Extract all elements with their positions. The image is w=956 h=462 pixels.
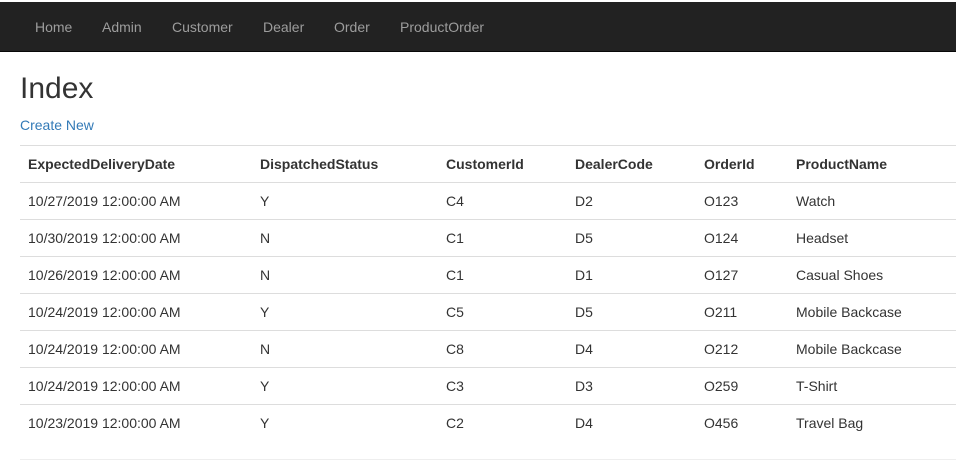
table-cell: Y xyxy=(252,293,438,331)
table-cell: O127 xyxy=(696,256,788,294)
table-row: 10/23/2019 12:00:00 AM Y C2 D4 O456 Trav… xyxy=(20,404,956,441)
column-header: DealerCode xyxy=(567,145,696,183)
table-cell: Y xyxy=(252,367,438,405)
table-cell: D5 xyxy=(567,293,696,331)
create-new-link[interactable]: Create New xyxy=(20,116,94,134)
table-cell: C8 xyxy=(438,330,567,368)
table-cell: C4 xyxy=(438,182,567,220)
table-cell: N xyxy=(252,330,438,368)
nav-item-home[interactable]: Home xyxy=(35,2,72,52)
table-row: 10/24/2019 12:00:00 AM Y C5 D5 O211 Mobi… xyxy=(20,293,956,331)
table-row: 10/27/2019 12:00:00 AM Y C4 D2 O123 Watc… xyxy=(20,182,956,220)
nav-item-admin[interactable]: Admin xyxy=(102,2,142,52)
table-cell: O124 xyxy=(696,219,788,257)
table-cell: O123 xyxy=(696,182,788,220)
table-cell: Y xyxy=(252,182,438,220)
table-cell: D3 xyxy=(567,367,696,405)
table-row: 10/30/2019 12:00:00 AM N C1 D5 O124 Head… xyxy=(20,219,956,257)
table-cell: 10/23/2019 12:00:00 AM xyxy=(20,404,252,441)
table-cell: D5 xyxy=(567,219,696,257)
table-cell: O211 xyxy=(696,293,788,331)
table-cell: 10/24/2019 12:00:00 AM xyxy=(20,293,252,331)
table-cell: C1 xyxy=(438,256,567,294)
table-cell: 10/27/2019 12:00:00 AM xyxy=(20,182,252,220)
table-cell: C1 xyxy=(438,219,567,257)
column-header: DispatchedStatus xyxy=(252,145,438,183)
table-cell: Mobile Backcase xyxy=(788,293,956,331)
top-navbar: Home Admin Customer Dealer Order Product… xyxy=(0,2,956,52)
table-cell: T-Shirt xyxy=(788,367,956,405)
table-cell: Headset xyxy=(788,219,956,257)
table-cell: D1 xyxy=(567,256,696,294)
table-cell: 10/24/2019 12:00:00 AM xyxy=(20,367,252,405)
table-cell: N xyxy=(252,256,438,294)
table-cell: Y xyxy=(252,404,438,441)
table-cell: Watch xyxy=(788,182,956,220)
orders-table: ExpectedDeliveryDate DispatchedStatus Cu… xyxy=(20,145,956,441)
footer-divider xyxy=(20,459,956,460)
table-cell: D4 xyxy=(567,330,696,368)
table-cell: O212 xyxy=(696,330,788,368)
table-cell: 10/30/2019 12:00:00 AM xyxy=(20,219,252,257)
column-header: CustomerId xyxy=(438,145,567,183)
nav-item-dealer[interactable]: Dealer xyxy=(263,2,304,52)
nav-item-productorder[interactable]: ProductOrder xyxy=(400,2,484,52)
nav-item-order[interactable]: Order xyxy=(334,2,370,52)
table-cell: C5 xyxy=(438,293,567,331)
table-row: 10/26/2019 12:00:00 AM N C1 D1 O127 Casu… xyxy=(20,256,956,294)
table-cell: 10/26/2019 12:00:00 AM xyxy=(20,256,252,294)
table-cell: Travel Bag xyxy=(788,404,956,441)
table-cell: 10/24/2019 12:00:00 AM xyxy=(20,330,252,368)
nav-item-customer[interactable]: Customer xyxy=(172,2,233,52)
page-title: Index xyxy=(20,72,94,105)
table-cell: C3 xyxy=(438,367,567,405)
table-cell: Mobile Backcase xyxy=(788,330,956,368)
table-cell: N xyxy=(252,219,438,257)
table-cell: D2 xyxy=(567,182,696,220)
table-cell: O259 xyxy=(696,367,788,405)
table-cell: Casual Shoes xyxy=(788,256,956,294)
column-header: OrderId xyxy=(696,145,788,183)
table-header-row: ExpectedDeliveryDate DispatchedStatus Cu… xyxy=(20,145,956,183)
column-header: ExpectedDeliveryDate xyxy=(20,145,252,183)
table-cell: D4 xyxy=(567,404,696,441)
table-cell: O456 xyxy=(696,404,788,441)
table-row: 10/24/2019 12:00:00 AM N C8 D4 O212 Mobi… xyxy=(20,330,956,368)
table-cell: C2 xyxy=(438,404,567,441)
column-header: ProductName xyxy=(788,145,956,183)
table-row: 10/24/2019 12:00:00 AM Y C3 D3 O259 T-Sh… xyxy=(20,367,956,405)
